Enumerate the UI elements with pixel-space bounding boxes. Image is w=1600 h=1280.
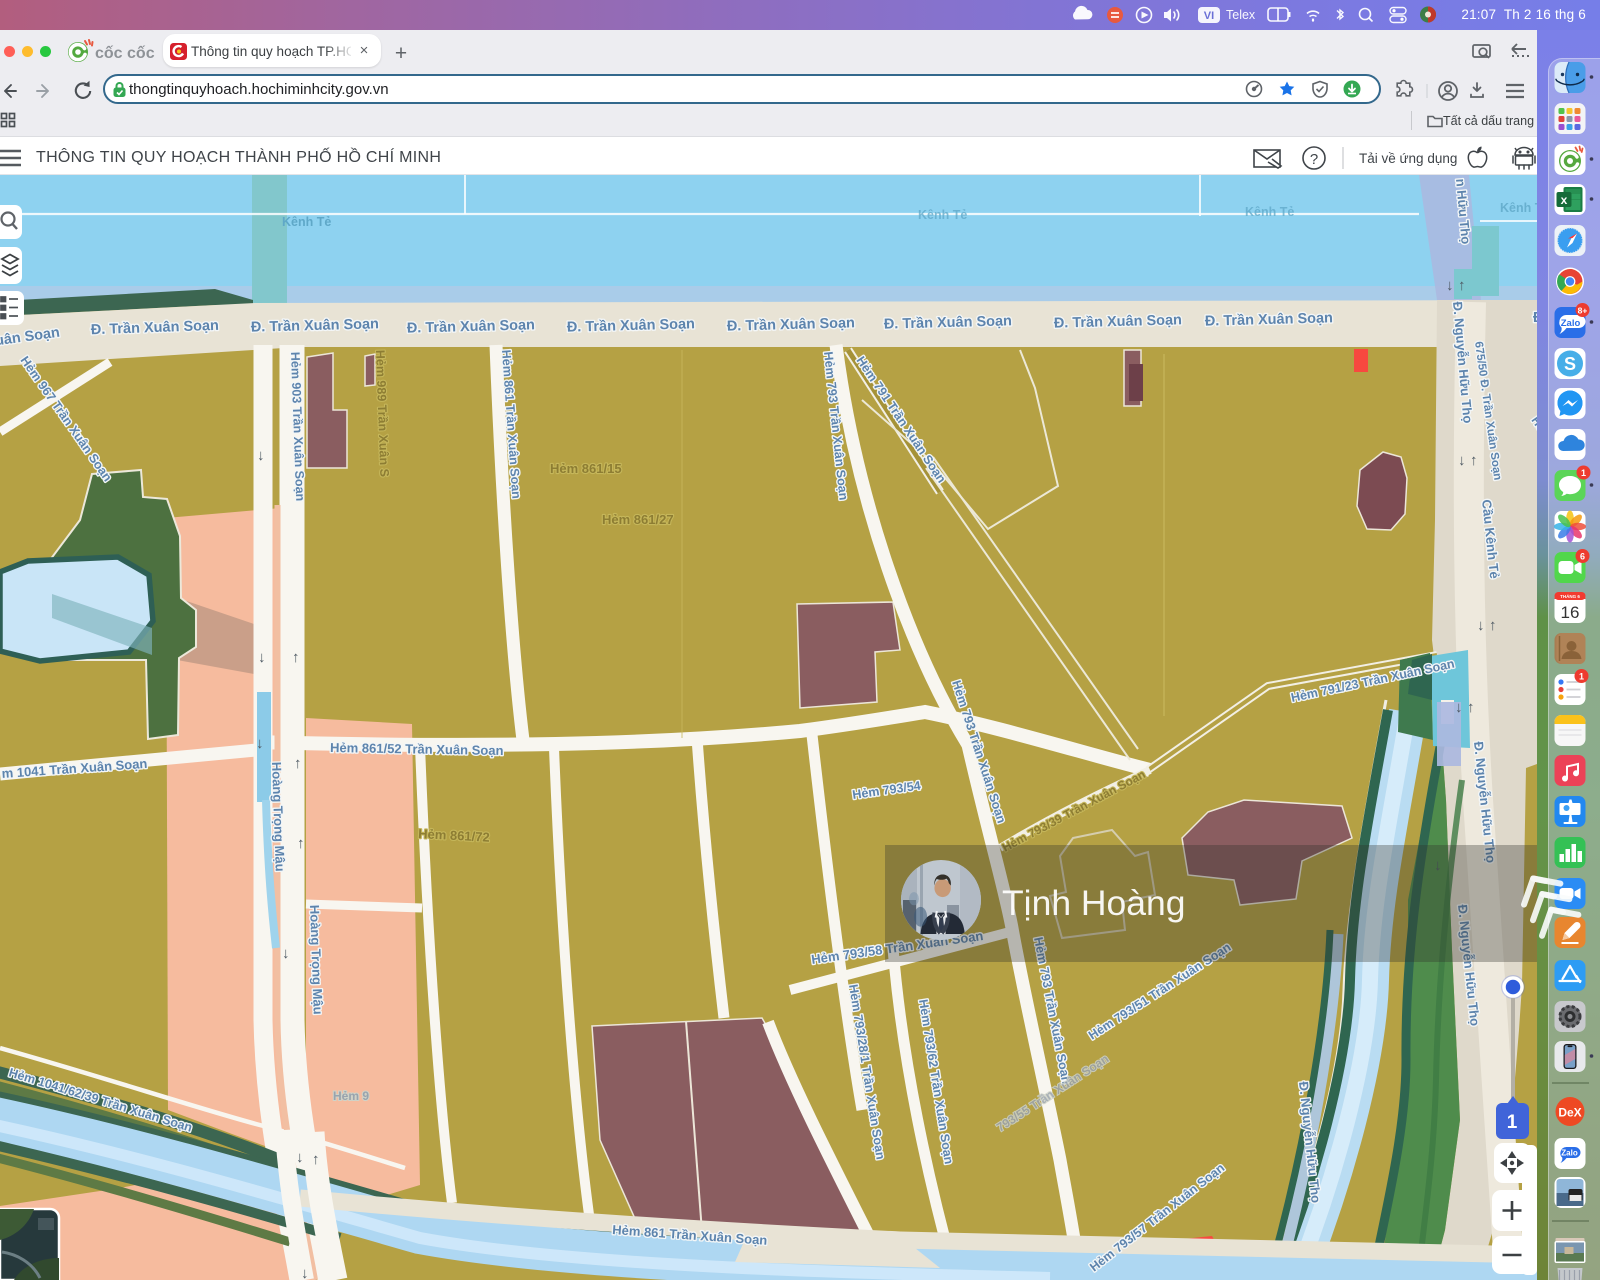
svg-text:Hẻm 861/15: Hẻm 861/15 <box>550 461 622 476</box>
svg-text:Cầu Kênh Tẻ: Cầu Kênh Tẻ <box>1479 499 1502 580</box>
svg-text:Hẻm 793 Trần Xuân Soạn: Hẻm 793 Trần Xuân Soạn <box>821 351 851 501</box>
svg-text:?: ? <box>1310 151 1318 168</box>
svg-text:↓: ↓ <box>301 1265 309 1280</box>
svg-text:Kênh T: Kênh T <box>1500 201 1537 215</box>
svg-text:↓: ↓ <box>257 447 265 464</box>
svg-text:Hẻm 861 Trần Xuân Soạn: Hẻm 861 Trần Xuân Soạn <box>499 349 523 499</box>
svg-text:Hẻm 1041/62/39 Trần Xuân Soạn: Hẻm 1041/62/39 Trần Xuân Soạn <box>7 1065 194 1134</box>
svg-text:↑: ↑ <box>1489 617 1497 634</box>
svg-text:Hẻm 793/39 Trần Xuân Soạn: Hẻm 793/39 Trần Xuân Soạn <box>1000 767 1148 855</box>
svg-text:m 1041 Trần Xuân Soạn: m 1041 Trần Xuân Soạn <box>1 756 148 781</box>
svg-text:Hẻm 793/28/1 Trần Xuân Soạn: Hẻm 793/28/1 Trần Xuân Soạn <box>846 983 888 1160</box>
svg-text:Hẻm 967 Trần Xuân Soạn: Hẻm 967 Trần Xuân Soạn <box>18 354 115 484</box>
svg-text:Hẻm 793 Trần Xuân Soạn: Hẻm 793 Trần Xuân Soạn <box>949 679 1008 825</box>
svg-text:Đ. Trần Xuân Soạn: Đ. Trần Xuân Soạn <box>1054 312 1182 331</box>
svg-text:Hẻm 903 Trần Xuân Soạn: Hẻm 903 Trần Xuân Soạn <box>288 352 307 502</box>
svg-text:Hoàng Trọng Mậu: Hoàng Trọng Mậu <box>269 762 288 872</box>
svg-text:x: x <box>1561 193 1568 207</box>
svg-text:↑: ↑ <box>1467 699 1475 716</box>
svg-text:Đ. Trần Xuân Soạn: Đ. Trần Xuân Soạn <box>407 317 535 336</box>
svg-text:Đ. Trần Xuân Soạn: Đ. Trần Xuân Soạn <box>884 313 1012 332</box>
svg-text:THÁNG 6: THÁNG 6 <box>1560 593 1580 599</box>
svg-text:Telex: Telex <box>1226 8 1256 22</box>
svg-text:Kênh Tẻ: Kênh Tẻ <box>1245 205 1294 219</box>
svg-text:DeX: DeX <box>1558 1106 1581 1120</box>
svg-text:Đ. Nguyễn Hữu Thọ: Đ. Nguyễn Hữu Thọ <box>1296 1081 1324 1204</box>
svg-text:↑: ↑ <box>292 649 300 666</box>
svg-text:n Hữu Thọ: n Hữu Thọ <box>1453 178 1474 245</box>
svg-text:Đ. Trần Xuân Soạn: Đ. Trần Xuân Soạn <box>567 316 695 335</box>
svg-text:1: 1 <box>1581 468 1586 478</box>
svg-text:Hẻm 675 Trần X: Hẻm 675 Trần X <box>1529 415 1537 492</box>
svg-text:↑: ↑ <box>294 755 302 772</box>
svg-text:Hẻm 861/52 Trần Xuân Soạn: Hẻm 861/52 Trần Xuân Soạn <box>330 740 504 758</box>
svg-text:Đ. Nguyễn Hữu Thọ: Đ. Nguyễn Hữu Thọ <box>1450 301 1476 424</box>
svg-text:↓: ↓ <box>1455 699 1463 716</box>
svg-text:Zalo: Zalo <box>1561 318 1581 329</box>
svg-text:↑: ↑ <box>297 835 305 852</box>
svg-text:8+: 8+ <box>1578 306 1588 316</box>
svg-text:Hẻm 9: Hẻm 9 <box>333 1089 369 1103</box>
svg-text:↓: ↓ <box>1477 617 1485 634</box>
svg-text:↑: ↑ <box>312 1151 320 1168</box>
svg-text:Hẻm 989 Trần Xuân S: Hẻm 989 Trần Xuân S <box>373 350 391 478</box>
svg-text:Hẻm 791/23 Trần Xuân Soạn: Hẻm 791/23 Trần Xuân Soạn <box>1290 657 1456 705</box>
svg-text:16: 16 <box>1561 603 1580 622</box>
svg-text:Hẻm 793/57 Trần Xuân Soạn: Hẻm 793/57 Trần Xuân Soạn <box>1087 1161 1227 1275</box>
svg-text:Tịnh Hoàng: Tịnh Hoàng <box>1002 883 1186 923</box>
svg-text:S: S <box>1564 354 1576 374</box>
svg-text:↑: ↑ <box>1458 277 1466 294</box>
svg-text:Hẻm 793/54: Hẻm 793/54 <box>851 779 921 802</box>
svg-text:Kênh Tẻ: Kênh Tẻ <box>282 215 331 229</box>
svg-text:Đ. Trần Xuân Soạn: Đ. Trần Xuân Soạn <box>91 318 220 338</box>
svg-text:↓: ↓ <box>256 735 264 752</box>
svg-text:Zalo: Zalo <box>1561 1149 1578 1158</box>
svg-text:793/55 Trần Xuân Soạn: 793/55 Trần Xuân Soạn <box>994 1052 1111 1135</box>
svg-text:↓: ↓ <box>1446 277 1454 294</box>
svg-text:Đ. Trần Xuân Soạn: Đ. Trần Xuân Soạn <box>1205 310 1333 329</box>
svg-text:uân Soạn: uân Soạn <box>0 325 61 350</box>
svg-text:Hẻm 861/72: Hẻm 861/72 <box>418 826 490 845</box>
svg-text:Hẻm 793/62 Trần Xuân Soạn: Hẻm 793/62 Trần Xuân Soạn <box>916 998 956 1165</box>
svg-text:Kênh Tẻ: Kênh Tẻ <box>918 208 967 222</box>
svg-text:1: 1 <box>1507 1112 1518 1133</box>
svg-text:6: 6 <box>1580 552 1585 562</box>
svg-text:↓: ↓ <box>258 649 266 666</box>
svg-text:Hẻm 861/27: Hẻm 861/27 <box>602 512 674 527</box>
svg-text:Hẻm 791 Trần Xuân Soạn: Hẻm 791 Trần Xuân Soạn <box>854 354 949 486</box>
svg-text:Đ. Trần Xuân Soạn: Đ. Trần Xuân Soạn <box>727 315 855 334</box>
svg-text:1: 1 <box>1579 672 1584 682</box>
svg-text:VI: VI <box>1204 10 1214 22</box>
svg-text:Hoàng Trọng Mậu: Hoàng Trọng Mậu <box>307 905 326 1015</box>
svg-text:Tải về ứng dụng: Tải về ứng dụng <box>1359 151 1457 166</box>
svg-text:↑: ↑ <box>1470 452 1478 469</box>
svg-text:↓: ↓ <box>282 945 290 962</box>
svg-text:Đ. Trần Xuân Soạn: Đ. Trần Xuân Soạn <box>251 316 379 335</box>
svg-text:Đ: Đ <box>1533 310 1537 326</box>
svg-text:cốc cốc: cốc cốc <box>95 45 155 62</box>
svg-text:Hẻm 861 Trần Xuân Soạn: Hẻm 861 Trần Xuân Soạn <box>612 1222 768 1248</box>
svg-text:↓: ↓ <box>296 1149 304 1166</box>
svg-text:↓: ↓ <box>1458 452 1466 469</box>
